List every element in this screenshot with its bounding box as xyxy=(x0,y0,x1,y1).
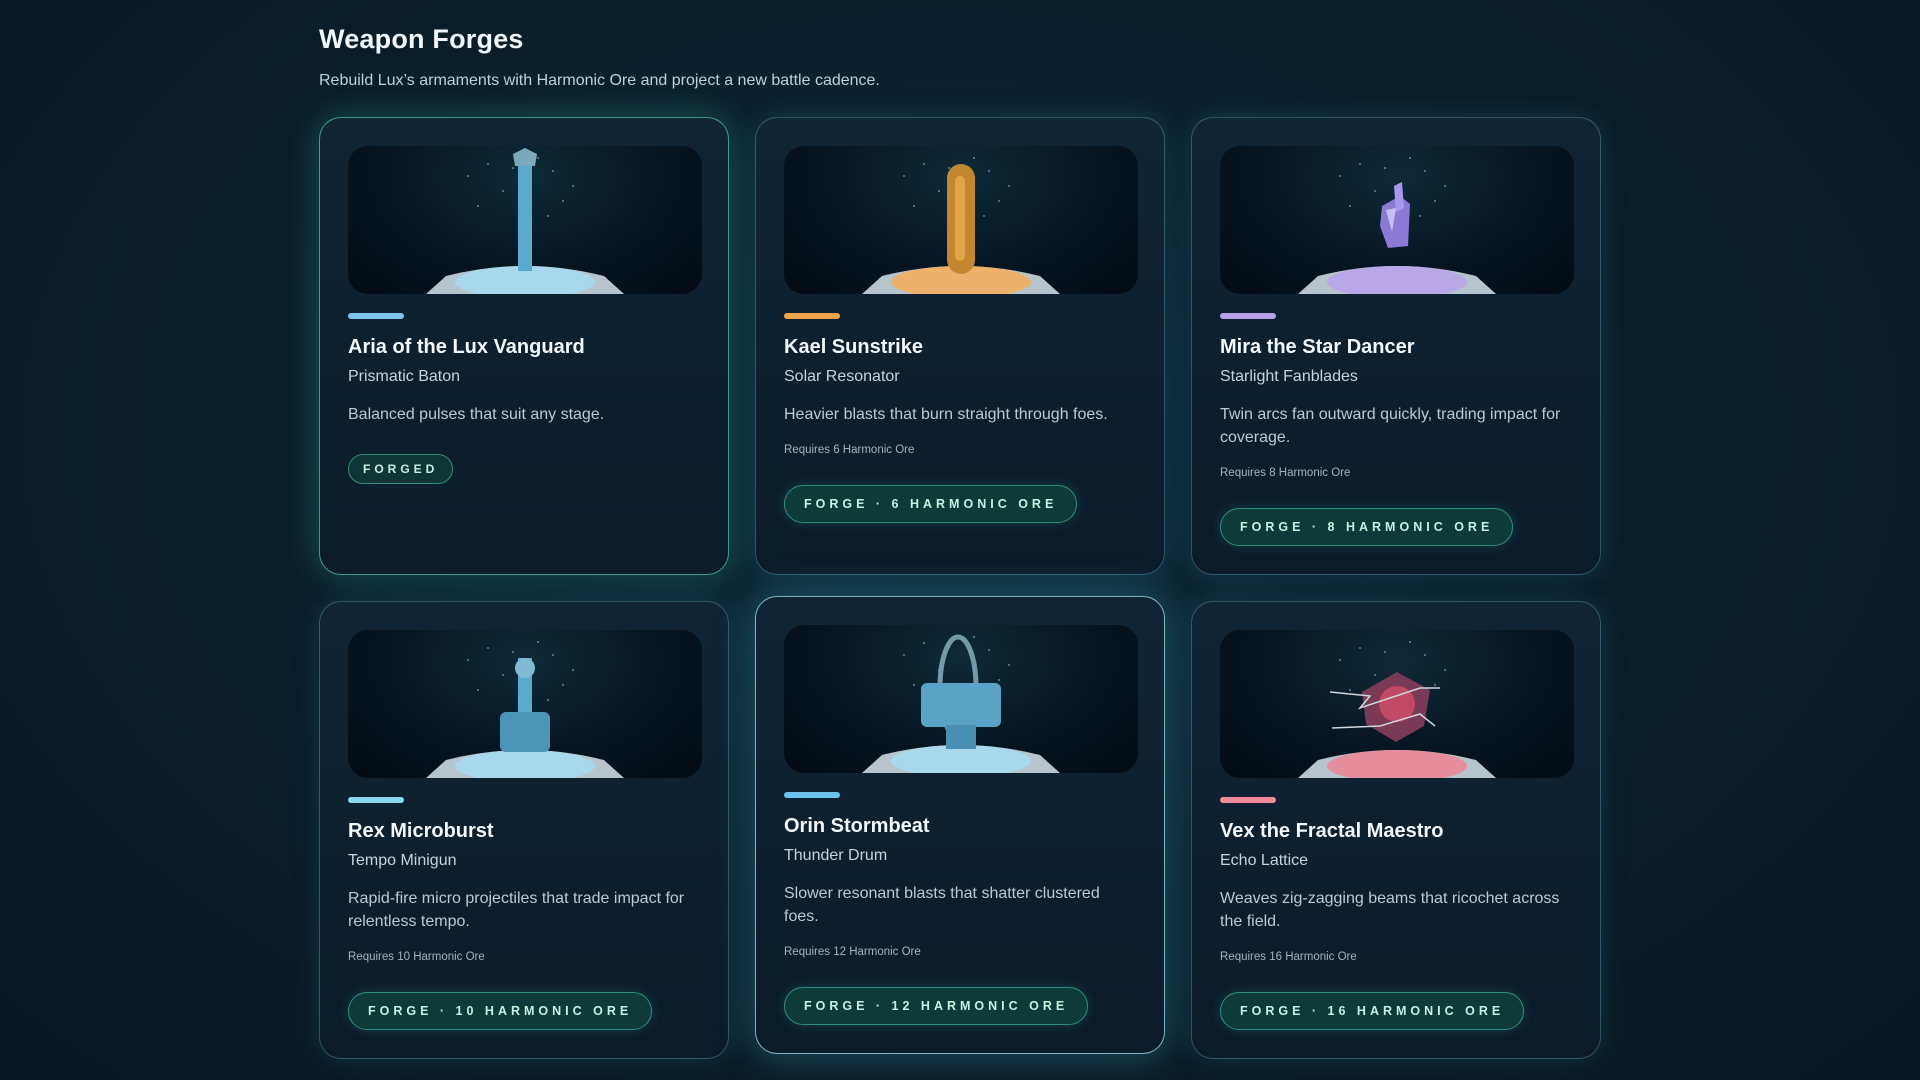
minigun-icon xyxy=(426,641,624,778)
forge-grid: Aria of the Lux Vanguard Prismatic Baton… xyxy=(319,117,1601,1077)
accent-bar xyxy=(348,313,404,319)
page-title: Weapon Forges xyxy=(319,24,524,54)
forge-button[interactable]: FORGE · 6 HARMONIC ORE xyxy=(784,485,1078,523)
ore-requirement: Requires 16 Harmonic Ore xyxy=(1220,951,1357,963)
weapon-preview xyxy=(348,146,702,294)
weapon-preview xyxy=(348,630,702,778)
ore-requirement: Requires 10 Harmonic Ore xyxy=(348,951,485,963)
forge-card-mira[interactable]: Mira the Star Dancer Starlight Fanblades… xyxy=(1191,117,1601,575)
ore-requirement: Requires 8 Harmonic Ore xyxy=(1220,467,1351,479)
fanblades-icon xyxy=(1298,157,1496,294)
forge-button[interactable]: FORGE · 8 HARMONIC ORE xyxy=(1220,508,1514,546)
weapon-description: Weaves zig-zagging beams that ricochet a… xyxy=(1220,890,1560,930)
weapon-description: Balanced pulses that suit any stage. xyxy=(348,406,605,423)
weapon-name: Tempo Minigun xyxy=(348,852,457,869)
forge-button[interactable]: FORGE · 16 HARMONIC ORE xyxy=(1220,992,1525,1030)
hero-name: Mira the Star Dancer xyxy=(1220,336,1415,358)
hero-name: Aria of the Lux Vanguard xyxy=(348,336,585,358)
forge-button[interactable]: FORGE · 10 HARMONIC ORE xyxy=(348,992,653,1030)
weapon-preview xyxy=(784,625,1138,773)
weapon-name: Starlight Fanblades xyxy=(1220,368,1358,385)
accent-bar xyxy=(1220,313,1276,319)
weapon-preview xyxy=(1220,146,1574,294)
weapon-name: Echo Lattice xyxy=(1220,852,1309,869)
hero-name: Rex Microburst xyxy=(348,820,494,842)
weapon-description: Rapid-fire micro projectiles that trade … xyxy=(348,890,685,930)
accent-bar xyxy=(348,797,404,803)
forge-card-kael[interactable]: Kael Sunstrike Solar Resonator Heavier b… xyxy=(755,117,1165,575)
ore-requirement: Requires 12 Harmonic Ore xyxy=(784,946,921,958)
page-subtitle: Rebuild Lux’s armaments with Harmonic Or… xyxy=(319,72,880,89)
weapon-preview xyxy=(784,146,1138,294)
forge-card-rex[interactable]: Rex Microburst Tempo Minigun Rapid-fire … xyxy=(319,601,729,1059)
hero-name: Kael Sunstrike xyxy=(784,336,923,358)
forge-card-vex[interactable]: Vex the Fractal Maestro Echo Lattice Wea… xyxy=(1191,601,1601,1059)
accent-bar xyxy=(784,313,840,319)
forge-card-aria[interactable]: Aria of the Lux Vanguard Prismatic Baton… xyxy=(319,117,729,575)
weapon-name: Thunder Drum xyxy=(784,847,888,864)
resonator-icon xyxy=(862,157,1060,294)
hero-name: Vex the Fractal Maestro xyxy=(1220,820,1444,842)
weapon-name: Solar Resonator xyxy=(784,368,900,385)
weapon-forges-page: Weapon Forges Rebuild Lux’s armaments wi… xyxy=(319,20,1601,1059)
weapon-description: Twin arcs fan outward quickly, trading i… xyxy=(1220,406,1561,446)
forged-badge: FORGED xyxy=(348,454,454,484)
accent-bar xyxy=(784,792,840,798)
forge-card-orin[interactable]: Orin Stormbeat Thunder Drum Slower reson… xyxy=(755,596,1165,1054)
weapon-description: Slower resonant blasts that shatter clus… xyxy=(784,885,1100,925)
accent-bar xyxy=(1220,797,1276,803)
hero-name: Orin Stormbeat xyxy=(784,815,930,837)
weapon-preview xyxy=(1220,630,1574,778)
lattice-icon xyxy=(1298,641,1496,778)
forge-button[interactable]: FORGE · 12 HARMONIC ORE xyxy=(784,987,1089,1025)
weapon-name: Prismatic Baton xyxy=(348,368,461,385)
baton-icon xyxy=(426,148,624,294)
ore-requirement: Requires 6 Harmonic Ore xyxy=(784,444,915,456)
drum-icon xyxy=(862,634,1060,773)
weapon-description: Heavier blasts that burn straight throug… xyxy=(784,406,1108,423)
